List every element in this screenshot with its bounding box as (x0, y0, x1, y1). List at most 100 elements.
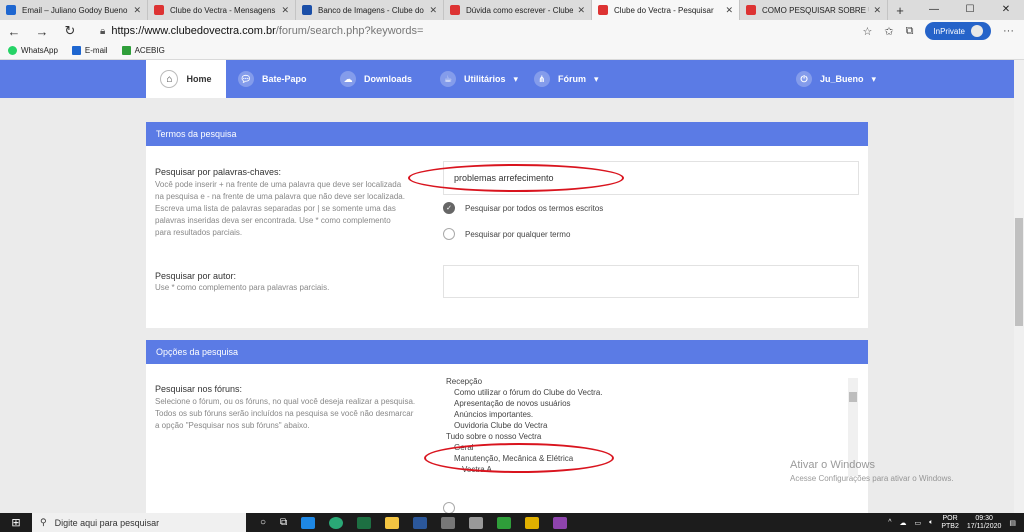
list-item[interactable]: Anúncios importantes. (446, 409, 846, 420)
windows-start-icon[interactable]: ⊞ (0, 516, 32, 529)
app-icon[interactable] (553, 516, 568, 529)
inprivate-badge[interactable]: InPrivate (925, 22, 991, 40)
close-tab-icon[interactable]: ✕ (873, 5, 881, 16)
favorite-star-icon[interactable]: ☆ (862, 25, 872, 38)
favorites-icon[interactable]: ✩ (884, 25, 893, 38)
list-item[interactable]: Apresentação de novos usuários (446, 398, 846, 409)
app-icon[interactable] (441, 516, 456, 529)
volume-icon[interactable]: 🔈︎ (929, 519, 933, 527)
app-icon[interactable] (469, 516, 484, 529)
tab-email[interactable]: Email – Juliano Godoy Bueno – ✕ (0, 0, 148, 20)
chevron-down-icon: ▾ (594, 73, 599, 84)
vectra-app-icon[interactable] (525, 516, 540, 529)
nav-home[interactable]: ⌂ Home (146, 60, 226, 98)
avatar (971, 25, 983, 37)
radio-any-term[interactable]: Pesquisar por qualquer termo (443, 228, 570, 240)
share-icon: ⋔ (534, 71, 550, 87)
bookmark-email[interactable]: E-mail (71, 46, 108, 55)
back-icon[interactable]: ← (0, 24, 28, 39)
vectra-app-icon[interactable] (497, 516, 512, 529)
site-navbar: ⌂ Home 💬︎ Bate-Papo ☁ Downloads ☕︎ Utilitári… (0, 60, 1016, 98)
new-tab-button[interactable]: + (888, 0, 912, 20)
task-view-icon[interactable]: ⧉ (280, 517, 287, 528)
tab-pesquisar[interactable]: Clube do Vectra - Pesquisar ✕ (592, 0, 740, 20)
highlight-ellipse-forum (424, 443, 614, 473)
coffee-icon: ☕︎ (440, 71, 456, 87)
bookmark-whatsapp[interactable]: WhatsApp (8, 46, 58, 55)
close-tab-icon[interactable]: ✕ (725, 5, 733, 16)
cloud-icon[interactable]: ☁ (900, 519, 907, 527)
forums-help: Selecione o fórum, ou os fóruns, no qual… (155, 397, 416, 430)
radio-unchecked-icon (443, 228, 455, 240)
tab-como-pesquisar[interactable]: COMO PESQUISAR SOBRE UM ✕ (740, 0, 888, 20)
notifications-icon[interactable]: ▤ (1009, 519, 1016, 527)
word-icon[interactable] (413, 516, 428, 529)
taskbar-search[interactable]: ⚲ Digite aqui para pesquisar (32, 513, 246, 532)
cortana-icon[interactable]: ○ (260, 517, 266, 528)
minimize-icon[interactable]: — (916, 0, 952, 20)
radio-checked-icon: ✓ (443, 202, 455, 214)
clock[interactable]: 09:30 17/11/2020 (967, 515, 1002, 531)
list-item[interactable]: Como utilizar o fórum do Clube do Vectra… (446, 387, 846, 398)
author-input[interactable] (443, 265, 859, 298)
power-icon: ⏻ (796, 71, 812, 87)
file-explorer-icon[interactable] (385, 516, 400, 529)
radio-all-terms[interactable]: ✓ Pesquisar por todos os termos escritos (443, 202, 603, 214)
highlight-ellipse-keywords (408, 164, 624, 192)
list-item[interactable]: Tudo sobre o nosso Vectra (446, 431, 846, 442)
windows-taskbar: ⊞ ⚲ Digite aqui para pesquisar ○ ⧉ ^ ☁ ▭… (0, 513, 1024, 532)
list-item[interactable]: Ouvidoria Clube do Vectra (446, 420, 846, 431)
keywords-label: Pesquisar por palavras-chaves: (155, 167, 282, 177)
chevron-up-icon[interactable]: ^ (888, 519, 891, 526)
excel-icon[interactable] (357, 516, 372, 529)
page-scrollbar[interactable] (1014, 60, 1024, 513)
tab-banco-imagens[interactable]: Banco de Imagens - Clube do ✕ (296, 0, 444, 20)
lock-icon: 🔒︎ (100, 25, 106, 37)
windows-activation-watermark: Ativar o Windows Acesse Configurações pa… (790, 459, 954, 483)
edge-legacy-icon[interactable] (301, 516, 316, 529)
toolbar-right: ☆ ✩ ⧉ InPrivate ··· (862, 20, 1024, 42)
email-icon (71, 46, 81, 55)
close-tab-icon[interactable]: ✕ (429, 5, 437, 16)
more-menu-icon[interactable]: ··· (1003, 25, 1014, 37)
maximize-icon[interactable]: ☐ (952, 0, 988, 20)
language-indicator[interactable]: POR PTB2 (941, 515, 959, 531)
list-item[interactable]: Recepção (446, 376, 846, 387)
site-favicon-icon (746, 5, 756, 15)
url-field[interactable]: 🔒︎ https://www.clubedovectra.com.br/foru… (100, 22, 860, 40)
forums-scroll-thumb[interactable] (849, 392, 857, 402)
nav-downloads[interactable]: ☁ Downloads (340, 60, 412, 98)
chevron-down-icon: ▾ (871, 73, 877, 84)
close-tab-icon[interactable]: ✕ (281, 5, 289, 16)
close-window-icon[interactable]: ✕ (988, 0, 1024, 20)
page-scroll-thumb[interactable] (1015, 218, 1023, 326)
close-tab-icon[interactable]: ✕ (577, 5, 585, 16)
nav-utilitarios[interactable]: ☕︎ Utilitários ▾ (440, 60, 518, 98)
site-favicon-icon (598, 5, 608, 15)
keywords-help: Você pode inserir + na frente de uma pal… (155, 180, 405, 237)
chat-icon: 💬︎ (238, 71, 254, 87)
acebig-icon (121, 46, 131, 55)
site-favicon-icon (154, 5, 164, 15)
tab-mensagens[interactable]: Clube do Vectra - Mensagens ✕ (148, 0, 296, 20)
outlook-icon (6, 5, 16, 15)
refresh-icon[interactable]: ↻ (56, 23, 84, 39)
nav-forum[interactable]: ⋔ Fórum ▾ (534, 60, 599, 98)
radio-partial-icon[interactable] (443, 502, 455, 513)
collections-icon[interactable]: ⧉ (906, 25, 914, 38)
nav-user[interactable]: ⏻ Ju_Bueno ▾ (796, 60, 876, 98)
browser-tabstrip: Email – Juliano Godoy Bueno – ✕ Clube do … (0, 0, 1024, 20)
site-favicon-icon (450, 5, 460, 15)
bookmarks-bar: WhatsApp E-mail ACEBIG (0, 42, 1024, 60)
nav-bate-papo[interactable]: 💬︎ Bate-Papo (238, 60, 307, 98)
search-terms-header: Termos da pesquisa (146, 122, 868, 146)
forward-icon[interactable]: → (28, 24, 56, 39)
tab-duvida[interactable]: Dúvida como escrever - Clube ✕ (444, 0, 592, 20)
battery-icon[interactable]: ▭ (915, 519, 922, 527)
cloud-download-icon: ☁ (340, 71, 356, 87)
edge-icon[interactable] (329, 516, 344, 529)
bookmark-acebig[interactable]: ACEBIG (121, 46, 165, 55)
close-tab-icon[interactable]: ✕ (133, 5, 141, 16)
author-help: Use * como complemento para palavras par… (155, 283, 330, 292)
chevron-down-icon: ▾ (513, 73, 519, 84)
